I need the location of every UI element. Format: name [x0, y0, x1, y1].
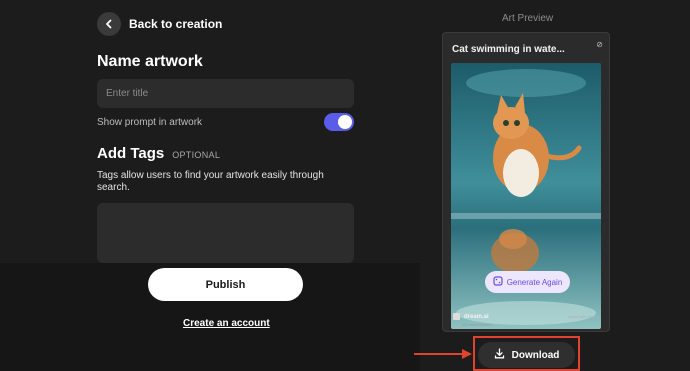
tags-heading: Add Tags OPTIONAL: [97, 145, 220, 162]
tags-input[interactable]: [97, 203, 354, 263]
title-input[interactable]: [97, 79, 354, 108]
download-button[interactable]: Download: [478, 342, 575, 368]
expand-icon[interactable]: ⊘: [596, 40, 603, 49]
back-to-creation-button[interactable]: Back to creation: [97, 12, 222, 36]
brand: dream.ai: [453, 313, 489, 320]
back-label: Back to creation: [129, 17, 223, 31]
download-label: Download: [511, 349, 560, 361]
dice-icon: [493, 276, 503, 288]
brand-name: dream.ai: [464, 313, 489, 320]
create-account-link[interactable]: Create an account: [183, 318, 270, 329]
chevron-left-icon: [97, 12, 121, 36]
made-with-text: made with dream: [568, 314, 599, 319]
brand-hashtag: #DreamDiffusion: [462, 322, 492, 327]
add-tags-title: Add Tags: [97, 145, 165, 162]
tags-help-text: Tags allow users to find your artwork ea…: [97, 170, 324, 193]
generate-again-button[interactable]: Generate Again: [485, 271, 570, 293]
show-prompt-toggle[interactable]: [324, 113, 354, 131]
publish-button[interactable]: Publish: [148, 268, 303, 301]
arrow-right-icon: [414, 349, 472, 359]
dream-logo-icon: [453, 313, 460, 320]
optional-badge: OPTIONAL: [172, 150, 221, 160]
generate-again-label: Generate Again: [506, 277, 563, 287]
art-preview-heading: Art Preview: [502, 13, 554, 24]
show-prompt-label: Show prompt in artwork: [97, 117, 203, 128]
preview-card: Cat swimming in wate... ⊘ Generate Again…: [442, 32, 610, 332]
name-artwork-heading: Name artwork: [97, 53, 203, 70]
card-title: Cat swimming in wate...: [452, 44, 565, 55]
toggle-knob: [338, 115, 352, 129]
download-icon: [494, 346, 505, 364]
